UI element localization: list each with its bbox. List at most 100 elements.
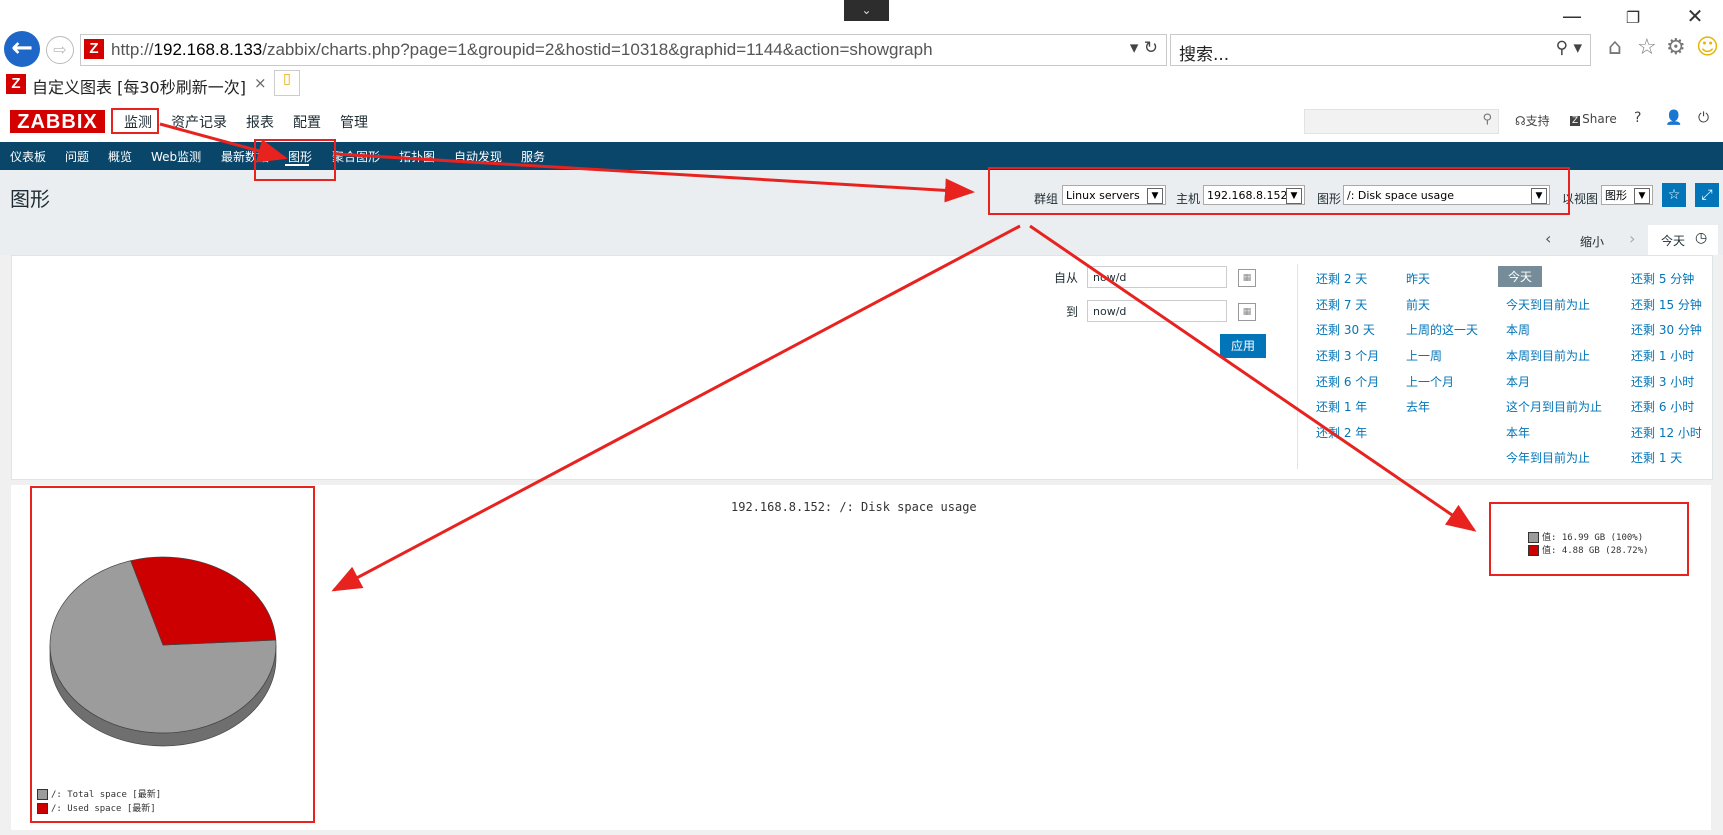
settings-gear-icon[interactable]: ⚙ [1666, 35, 1686, 60]
quick-range-link[interactable]: 还剩 3 小时 [1631, 373, 1694, 390]
view-select[interactable]: 图形 ▼ [1601, 185, 1653, 205]
from-label: 自从 [1054, 271, 1079, 285]
chevron-left-icon[interactable]: ‹ [1545, 229, 1551, 248]
tab-close-icon[interactable]: × [254, 74, 267, 92]
time-filter-panel: 自从 now/d ▦ 到 now/d ▦ 应用 还剩 2 天 还剩 7 天 还剩… [11, 255, 1713, 480]
quick-range-link[interactable]: 还剩 30 分钟 [1631, 321, 1702, 338]
address-bar[interactable]: Z http://192.168.8.133/zabbix/charts.php… [80, 34, 1167, 66]
to-label: 到 [1066, 305, 1079, 319]
support-link[interactable]: ☊支持 [1515, 112, 1550, 129]
quick-range-link[interactable]: 今天到目前为止 [1506, 296, 1590, 313]
minimize-icon[interactable]: — [1552, 4, 1592, 28]
quick-range-link[interactable]: 本年 [1506, 424, 1530, 441]
zoom-out-button[interactable]: 缩小 [1580, 233, 1604, 250]
annotation-box-graphs [254, 139, 336, 181]
quick-range-link[interactable]: 本周到目前为止 [1506, 347, 1590, 364]
subnav-screens[interactable]: 聚合图形 [332, 148, 380, 165]
zabbix-logo[interactable]: ZABBIX [10, 110, 105, 133]
quick-range-link[interactable]: 还剩 7 天 [1316, 296, 1367, 313]
fullscreen-icon[interactable]: ⤢ [1695, 183, 1719, 207]
quick-range-link[interactable]: 上一个月 [1406, 373, 1454, 390]
sign-out-icon[interactable]: ⏻ [1698, 110, 1709, 126]
quick-range-link[interactable]: 今年到目前为止 [1506, 449, 1590, 466]
quick-range-link[interactable]: 还剩 5 分钟 [1631, 270, 1694, 287]
quick-range-selected[interactable]: 今天 [1498, 266, 1543, 287]
quick-range-link[interactable]: 本周 [1506, 321, 1530, 338]
zabbix-favicon-icon: Z [6, 74, 26, 94]
feedback-smiley-icon[interactable]: ☺ [1696, 35, 1719, 60]
quick-range-link[interactable]: 还剩 2 天 [1316, 270, 1367, 287]
annotation-box-monitoring [111, 108, 159, 134]
share-icon: Z [1570, 116, 1581, 126]
quick-range-link[interactable]: 还剩 2 年 [1316, 424, 1367, 441]
quick-range-link[interactable]: 还剩 6 个月 [1316, 373, 1379, 390]
add-to-favorites-star-icon[interactable]: ☆ [1662, 183, 1686, 207]
subnav-discovery[interactable]: 自动发现 [454, 148, 502, 165]
to-input[interactable]: now/d [1087, 300, 1227, 322]
global-search-input[interactable]: ⚲ [1304, 109, 1499, 134]
quick-range-link[interactable]: 还剩 1 小时 [1631, 347, 1694, 364]
subnav-problems[interactable]: 问题 [65, 148, 89, 165]
quick-range-link[interactable]: 还剩 3 个月 [1316, 347, 1379, 364]
page-title: 图形 [10, 187, 50, 211]
menu-administration[interactable]: 管理 [340, 112, 368, 132]
divider [1297, 264, 1298, 469]
current-period-label: 今天 [1661, 234, 1686, 248]
zabbix-header: ZABBIX 监测 资产记录 报表 配置 管理 ⚲ ☊支持 Z Share ? 👤… [0, 100, 1723, 142]
quick-range-link[interactable]: 这个月到目前为止 [1506, 398, 1602, 415]
forward-icon[interactable]: ⇨ [46, 36, 74, 64]
quick-range-link[interactable]: 昨天 [1406, 270, 1430, 287]
quick-range-link[interactable]: 前天 [1406, 296, 1430, 313]
subnav-dashboard[interactable]: 仪表板 [10, 148, 46, 165]
time-filter-tab[interactable]: 今天 ◷ [1648, 225, 1718, 255]
quick-range-link[interactable]: 去年 [1406, 398, 1430, 415]
menu-configuration[interactable]: 配置 [293, 112, 321, 132]
help-link[interactable]: ? [1634, 110, 1641, 126]
calendar-icon[interactable]: ▦ [1238, 303, 1256, 321]
search-icon[interactable]: ⚲ ▾ [1556, 38, 1582, 58]
subnav-web-monitoring[interactable]: Web监测 [151, 148, 201, 165]
quick-range-link[interactable]: 还剩 6 小时 [1631, 398, 1694, 415]
chevron-right-icon[interactable]: › [1629, 229, 1635, 248]
annotation-box-pie [30, 486, 315, 823]
time-navigation: ‹ 缩小 › 今天 ◷ [0, 225, 1723, 255]
apply-button[interactable]: 应用 [1220, 334, 1266, 358]
quick-range-link[interactable]: 还剩 12 小时 [1631, 424, 1702, 441]
search-input[interactable]: 搜索... [1179, 40, 1229, 65]
quick-range-link[interactable]: 上一周 [1406, 347, 1442, 364]
quick-range-link[interactable]: 还剩 1 天 [1631, 449, 1682, 466]
close-window-icon[interactable]: ✕ [1675, 4, 1715, 28]
quick-range-link[interactable]: 上周的这一天 [1406, 321, 1478, 338]
back-icon[interactable]: ← [4, 31, 40, 67]
home-icon[interactable]: ⌂ [1608, 35, 1622, 60]
chevron-down-icon: ▼ [1634, 188, 1650, 204]
subnav-overview[interactable]: 概览 [108, 148, 132, 165]
annotation-box-filters [988, 167, 1570, 215]
browser-search-box[interactable]: 搜索... ⚲ ▾ [1170, 34, 1591, 66]
zabbix-favicon-icon: Z [84, 39, 104, 59]
restore-icon[interactable]: ❐ [1613, 8, 1653, 27]
menu-inventory[interactable]: 资产记录 [171, 112, 227, 132]
quick-range-link[interactable]: 还剩 30 天 [1316, 321, 1375, 338]
url-text[interactable]: http://192.168.8.133/zabbix/charts.php?p… [111, 40, 933, 60]
tab-title: 自定义图表 [每30秒刷新一次] [32, 78, 246, 97]
subnav-services[interactable]: 服务 [521, 148, 545, 165]
clock-icon: ◷ [1695, 230, 1708, 246]
quick-range-link[interactable]: 还剩 15 分钟 [1631, 296, 1702, 313]
calendar-icon[interactable]: ▦ [1238, 269, 1256, 287]
favorites-star-icon[interactable]: ☆ [1637, 35, 1657, 60]
user-profile-icon[interactable]: 👤 [1665, 110, 1682, 126]
search-icon[interactable]: ⚲ [1482, 112, 1492, 127]
new-tab-icon[interactable]: ▯ [274, 70, 300, 96]
menu-reports[interactable]: 报表 [246, 112, 274, 132]
share-link[interactable]: Z Share [1570, 112, 1617, 126]
tab-list-chevron-icon[interactable]: ⌄ [844, 0, 889, 21]
graph-title: 192.168.8.152: /: Disk space usage [731, 500, 977, 514]
browser-chrome: ⌄ — ❐ ✕ ← ⇨ Z http://192.168.8.133/zabbi… [0, 0, 1723, 100]
quick-range-link[interactable]: 本月 [1506, 373, 1530, 390]
from-input[interactable]: now/d [1087, 266, 1227, 288]
quick-range-link[interactable]: 还剩 1 年 [1316, 398, 1367, 415]
subnav-maps[interactable]: 拓扑图 [399, 148, 435, 165]
browser-tab[interactable]: Z 自定义图表 [每30秒刷新一次] × [4, 69, 268, 99]
refresh-icon[interactable]: ▾ ↻ [1130, 38, 1158, 58]
